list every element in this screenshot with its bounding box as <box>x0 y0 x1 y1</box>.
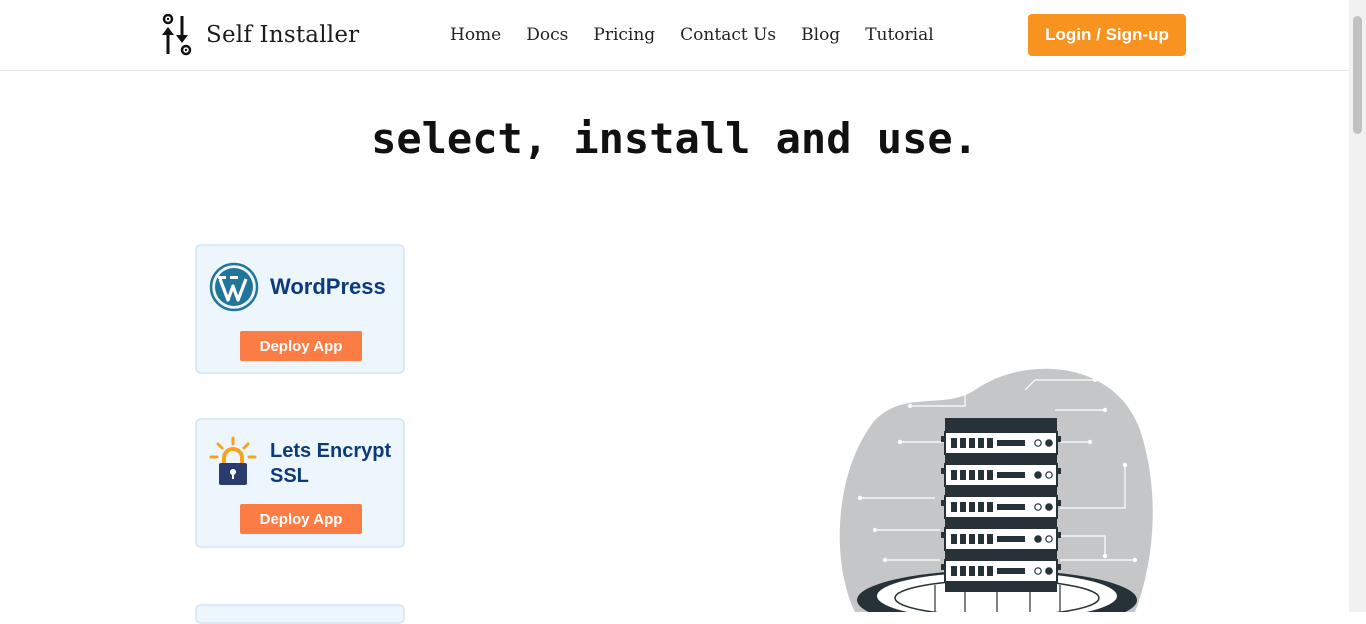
nav-pricing[interactable]: Pricing <box>593 24 655 46</box>
nav-docs[interactable]: Docs <box>526 24 568 46</box>
nav-contact-us[interactable]: Contact Us <box>680 24 776 46</box>
server-rack-illustration <box>839 368 1153 612</box>
nav-blog[interactable]: Blog <box>801 24 840 46</box>
vertical-scrollbar[interactable] <box>1349 0 1366 612</box>
app-name-wordpress: WordPress <box>270 274 386 299</box>
wordpress-logo-icon <box>209 262 259 312</box>
app-name-line-1: Lets Encrypt <box>270 440 392 462</box>
deploy-app-button-wordpress[interactable]: Deploy App <box>240 331 362 361</box>
brand-logo[interactable]: Self Installer <box>162 14 359 56</box>
app-card-wordpress[interactable]: WordPress Deploy App <box>195 244 405 374</box>
nav-tutorial[interactable]: Tutorial <box>865 24 934 46</box>
main-nav: Home Docs Pricing Contact Us Blog Tutori… <box>450 24 959 46</box>
scrollbar-thumb[interactable] <box>1353 16 1362 134</box>
login-signup-button[interactable]: Login / Sign-up <box>1028 14 1186 56</box>
deploy-app-button-lets-encrypt[interactable]: Deploy App <box>240 504 362 534</box>
nav-home[interactable]: Home <box>450 24 501 46</box>
hero-title: select, install and use. <box>371 114 978 163</box>
site-header: Self Installer Home Docs Pricing Contact… <box>0 0 1349 71</box>
lets-encrypt-lock-icon <box>209 436 257 485</box>
sliders-gear-icon <box>162 14 192 56</box>
brand-name: Self Installer <box>206 22 360 48</box>
app-card-lets-encrypt[interactable]: Lets Encrypt SSL Deploy App <box>195 418 405 548</box>
app-name-lets-encrypt: Lets Encrypt SSL <box>270 439 391 489</box>
app-name-line-2: SSL <box>270 465 309 487</box>
app-card-partial[interactable] <box>195 604 405 624</box>
